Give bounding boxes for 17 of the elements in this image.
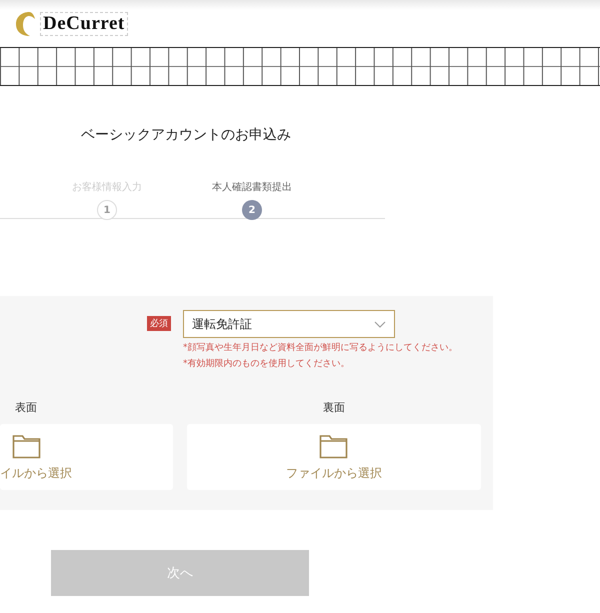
required-badge: 必須 (147, 316, 171, 331)
chevron-down-icon (374, 320, 386, 328)
note-text: *顔写真や生年月日など資料全面が鮮明に写るようにしてください。 (183, 342, 458, 354)
logo-icon (14, 10, 36, 36)
file-select-button[interactable]: ファイルから選択 (187, 424, 481, 490)
logo-text: DeCurret (40, 12, 128, 36)
step-label: 本人確認書類提出 (212, 180, 292, 194)
step-number: 2 (242, 200, 262, 220)
side-label: 表面 (15, 400, 37, 415)
side-label: 裏面 (323, 400, 345, 415)
document-select[interactable]: 運転免許証 (183, 310, 395, 338)
folder-icon (319, 432, 349, 458)
page-title: ベーシックアカウントのお申込み (80, 126, 292, 144)
file-select-button[interactable]: イルから選択 (0, 424, 173, 490)
step-number: 1 (97, 200, 117, 220)
note-text: *有効期限内のものを使用してください。 (183, 358, 350, 370)
folder-icon (12, 432, 42, 458)
